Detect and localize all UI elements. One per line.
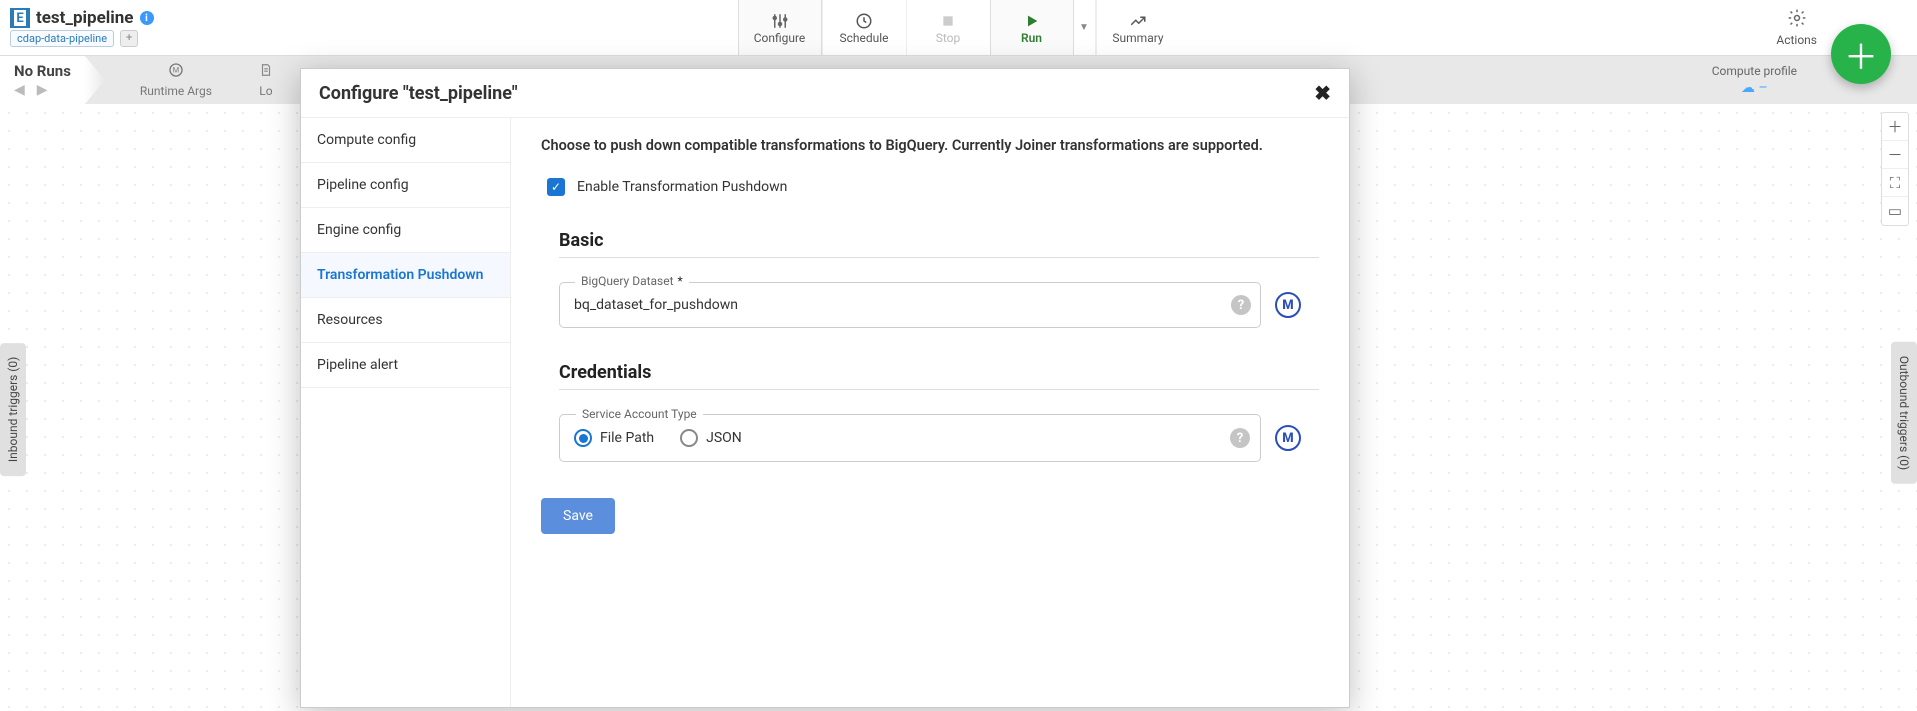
compute-profile-label: Compute profile xyxy=(1712,64,1797,78)
enable-pushdown-checkbox[interactable] xyxy=(547,178,565,196)
minimap-button[interactable]: ▭ xyxy=(1882,197,1908,225)
stop-icon xyxy=(940,11,956,31)
cloud-icon: ☁ – xyxy=(1741,80,1768,96)
actions-button[interactable]: Actions xyxy=(1776,8,1817,47)
section-credentials-title: Credentials xyxy=(559,362,1319,390)
nav-pipeline-config[interactable]: Pipeline config xyxy=(301,163,510,208)
macro-icon[interactable]: M xyxy=(1275,292,1301,318)
macro-icon[interactable]: M xyxy=(1275,425,1301,451)
add-fab-button[interactable]: ＋ xyxy=(1831,24,1891,84)
configure-label: Configure xyxy=(754,31,806,45)
info-icon[interactable]: i xyxy=(140,11,154,25)
logs-button[interactable]: Lo xyxy=(236,56,296,104)
bq-dataset-input[interactable] xyxy=(559,282,1261,328)
app-logo-icon: E xyxy=(10,8,30,28)
topbar-center: Configure Schedule Stop Run ▼ xyxy=(738,0,1180,55)
summary-button[interactable]: Summary xyxy=(1096,0,1180,55)
noruns-title: No Runs xyxy=(14,62,71,80)
next-run-icon[interactable]: ▶ xyxy=(37,82,48,98)
summary-label: Summary xyxy=(1112,31,1163,45)
plus-icon: ＋ xyxy=(1844,30,1878,79)
help-icon[interactable]: ? xyxy=(1231,295,1251,315)
save-button[interactable]: Save xyxy=(541,498,615,534)
nav-engine-config[interactable]: Engine config xyxy=(301,208,510,253)
clock-icon xyxy=(855,11,873,31)
schedule-label: Schedule xyxy=(839,31,888,45)
nav-resources[interactable]: Resources xyxy=(301,298,510,343)
pushdown-description: Choose to push down compatible transform… xyxy=(541,136,1319,156)
bq-dataset-label: BigQuery Dataset* xyxy=(575,274,689,288)
fit-screen-button[interactable]: ⛶ xyxy=(1882,169,1908,197)
inbound-triggers-tab[interactable]: Inbound triggers (0) xyxy=(0,342,26,475)
zoom-in-button[interactable]: ＋ xyxy=(1882,113,1908,141)
sa-type-json-label: JSON xyxy=(706,430,742,446)
zoom-controls: ＋ － ⛶ ▭ xyxy=(1881,112,1909,226)
radio-selected-icon xyxy=(574,429,592,447)
modal-nav: Compute config Pipeline config Engine co… xyxy=(301,118,511,707)
runtime-args-button[interactable]: M Runtime Args xyxy=(116,56,236,104)
sa-type-filepath-label: File Path xyxy=(600,430,654,446)
modal-title: Configure "test_pipeline" xyxy=(319,83,518,104)
nav-transformation-pushdown[interactable]: Transformation Pushdown xyxy=(301,253,510,298)
enable-pushdown-label: Enable Transformation Pushdown xyxy=(577,179,787,195)
macro-circle-icon: M xyxy=(168,62,184,82)
actions-label: Actions xyxy=(1776,33,1817,47)
configure-button[interactable]: Configure xyxy=(738,0,822,55)
run-dropdown[interactable]: ▼ xyxy=(1074,0,1096,55)
stop-button[interactable]: Stop xyxy=(906,0,990,55)
close-icon[interactable]: ✖ xyxy=(1314,81,1331,105)
add-tag-button[interactable]: + xyxy=(120,30,138,47)
play-icon xyxy=(1024,11,1040,31)
prev-run-icon[interactable]: ◀ xyxy=(14,82,25,98)
nav-pipeline-alert[interactable]: Pipeline alert xyxy=(301,343,510,388)
chart-icon xyxy=(1129,11,1147,31)
sliders-icon xyxy=(771,11,789,31)
topbar-left: E test_pipeline i cdap-data-pipeline + xyxy=(0,0,164,55)
stop-label: Stop xyxy=(936,31,961,45)
gear-icon xyxy=(1787,8,1807,33)
pipeline-name: test_pipeline xyxy=(36,8,134,28)
svg-text:M: M xyxy=(173,66,179,75)
runtime-args-label: Runtime Args xyxy=(140,84,212,98)
zoom-out-button[interactable]: － xyxy=(1882,141,1908,169)
nav-compute-config[interactable]: Compute config xyxy=(301,118,510,163)
runs-tab[interactable]: No Runs ◀ ▶ xyxy=(0,56,86,104)
document-icon xyxy=(259,62,273,82)
topbar: E test_pipeline i cdap-data-pipeline + C… xyxy=(0,0,1917,56)
outbound-triggers-tab[interactable]: Outbound triggers (0) xyxy=(1891,341,1917,483)
help-icon[interactable]: ? xyxy=(1230,428,1250,448)
section-basic-title: Basic xyxy=(559,230,1319,258)
modal-content: Choose to push down compatible transform… xyxy=(511,118,1349,707)
schedule-button[interactable]: Schedule xyxy=(822,0,906,55)
radio-unselected-icon xyxy=(680,429,698,447)
configure-modal: Configure "test_pipeline" ✖ Compute conf… xyxy=(300,68,1350,708)
run-label: Run xyxy=(1021,31,1042,45)
logs-label: Lo xyxy=(259,84,272,98)
run-button[interactable]: Run xyxy=(990,0,1074,55)
sa-type-json-radio[interactable]: JSON xyxy=(680,429,742,447)
artifact-tag[interactable]: cdap-data-pipeline xyxy=(10,30,114,47)
sa-type-filepath-radio[interactable]: File Path xyxy=(574,429,654,447)
sa-type-label: Service Account Type xyxy=(576,407,703,421)
